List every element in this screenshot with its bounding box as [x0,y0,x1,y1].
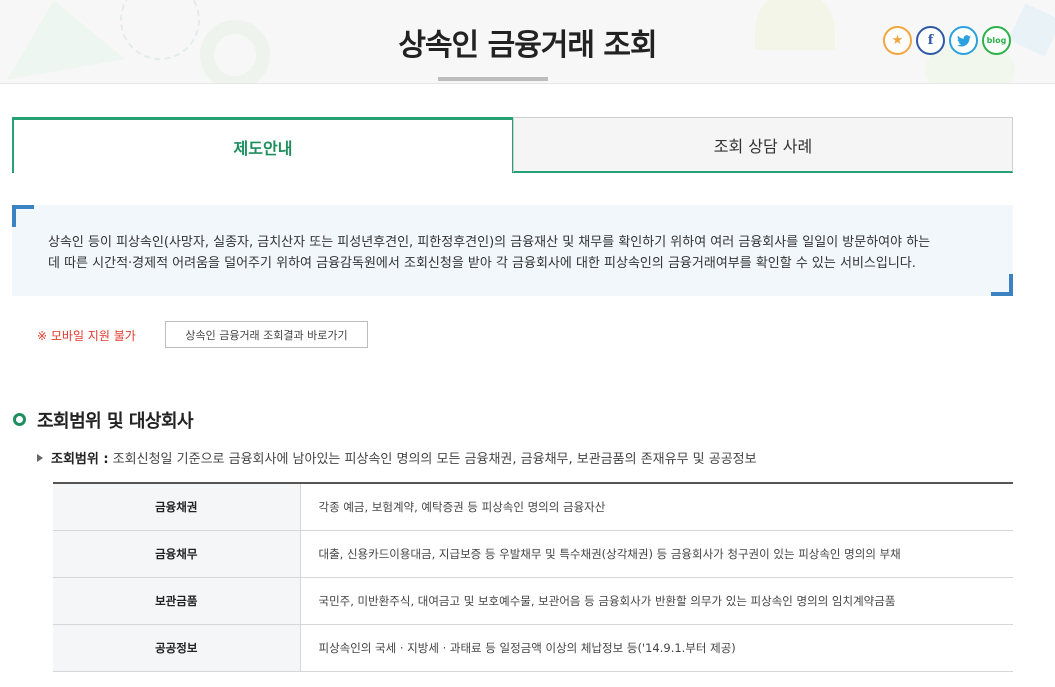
info-line-1: 상속인 등이 피상속인(사망자, 실종자, 금치산자 또는 피성년후견인, 피한… [48,235,931,250]
row-header: 공공정보 [53,624,301,672]
info-description: 상속인 등이 피상속인(사망자, 실종자, 금치산자 또는 피성년후견인, 피한… [48,232,988,274]
section-title: 조회범위 및 대상회사 [37,411,194,432]
row-header: 금융채권 [53,483,301,531]
twitter-bird-icon [956,34,971,47]
table-row: 금융채무 대출, 신용카드이용대금, 지급보증 등 우발채무 및 특수채권(상각… [53,530,1013,578]
tab-consultation-cases[interactable]: 조회 상담 사례 [513,117,1013,173]
row-header: 금융채무 [53,530,301,578]
triangle-bullet-icon [37,454,43,462]
share-buttons: ★ f blog [883,26,1011,55]
info-box: 상속인 등이 피상속인(사망자, 실종자, 금치산자 또는 피성년후견인, 피한… [12,205,1013,296]
title-underline [438,77,548,81]
corner-bracket-bottom-right [991,274,1013,296]
blog-icon[interactable]: blog [982,26,1011,55]
row-description: 피상속인의 국세 · 지방세 · 과태료 등 일정금액 이상의 체납정보 등('… [300,624,1013,672]
row-description: 국민주, 미반환주식, 대여금고 및 보호예수물, 보관어음 등 금융회사가 반… [300,577,1013,625]
table-row: 공공정보 피상속인의 국세 · 지방세 · 과태료 등 일정금액 이상의 체납정… [53,624,1013,672]
row-header: 보관금품 [53,577,301,625]
twitter-icon[interactable] [949,26,978,55]
tab-system-guide[interactable]: 제도안내 [12,117,514,173]
table-row: 금융채권 각종 예금, 보험계약, 예탁증권 등 피상속인 명의의 금융자산 [53,483,1013,531]
mobile-unsupported-notice: ※ 모바일 지원 불가 [37,329,136,343]
facebook-icon[interactable]: f [916,26,945,55]
table-row: 보관금품 국민주, 미반환주식, 대여금고 및 보호예수물, 보관어음 등 금융… [53,577,1013,625]
info-line-2: 데 따른 시간적·경제적 어려움을 덜어주기 위하여 금융감독원에서 조회신청을… [48,256,916,271]
range-description: 조회범위 : 조회신청일 기준으로 금융회사에 남아있는 피상속인 명의의 모든… [37,448,757,467]
favorite-star-icon[interactable]: ★ [883,26,912,55]
result-shortcut-button[interactable]: 상속인 금융거래 조회결과 바로가기 [165,321,368,348]
range-text: 조회신청일 기준으로 금융회사에 남아있는 피상속인 명의의 모든 금융채권, … [108,452,757,467]
range-label: 조회범위 : [51,452,109,467]
section-bullet-icon [13,413,26,426]
tab-bar: 제도안내 조회 상담 사례 [12,117,1013,173]
corner-bracket-top-left [12,205,34,227]
row-description: 각종 예금, 보험계약, 예탁증권 등 피상속인 명의의 금융자산 [300,483,1013,531]
scope-table: 금융채권 각종 예금, 보험계약, 예탁증권 등 피상속인 명의의 금융자산 금… [53,482,1013,672]
row-description: 대출, 신용카드이용대금, 지급보증 등 우발채무 및 특수채권(상각채권) 등… [300,530,1013,578]
